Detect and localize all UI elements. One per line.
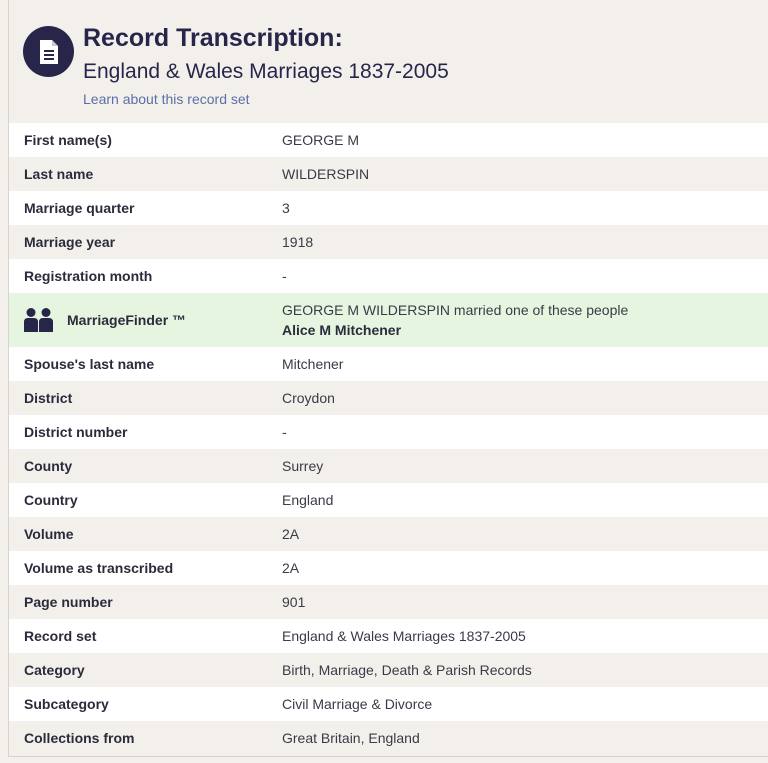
marriage-finder-description: GEORGE M WILDERSPIN married one of these… [282,302,629,318]
field-value: 1918 [282,234,314,250]
field-value: Birth, Marriage, Death & Parish Records [282,662,532,678]
field-label: County [24,458,73,474]
field-label: Registration month [24,268,153,284]
field-row-district-number: District number - [9,415,768,449]
field-row-record-set: Record set England & Wales Marriages 1837… [9,619,768,653]
field-label: Spouse's last name [24,356,155,372]
field-label: Marriage year [24,234,116,250]
field-row-registration-month: Registration month - [9,259,768,293]
field-label: Marriage quarter [24,200,135,216]
field-value: 2A [282,526,300,542]
field-label: District [24,390,73,406]
field-value: Civil Marriage & Divorce [282,696,433,712]
spouse-link[interactable]: Alice M Mitchener [282,322,401,338]
field-label: Record set [24,628,97,644]
field-label: Page number [24,594,113,610]
field-row-collections-from: Collections from Great Britain, England [9,721,768,755]
document-icon [23,26,74,77]
marriage-finder-row[interactable]: MarriageFinder ™ GEORGE M WILDERSPIN mar… [9,293,768,347]
field-value: GEORGE M [282,132,360,148]
learn-about-record-set-link[interactable]: Learn about this record set [83,91,250,107]
field-row-marriage-quarter: Marriage quarter 3 [9,191,768,225]
field-value: Mitchener [282,356,344,372]
field-value: England & Wales Marriages 1837-2005 [282,628,526,644]
field-label: Volume [24,526,74,542]
field-value: 901 [282,594,306,610]
field-row-volume-as-transcribed: Volume as transcribed 2A [9,551,768,585]
people-icon [24,307,54,333]
record-transcription-panel: Record Transcription: England & Wales Ma… [8,0,768,757]
field-value: England [282,492,334,508]
field-label: Volume as transcribed [24,560,174,576]
field-row-spouse-s-last-name: Spouse's last name Mitchener [9,347,768,381]
field-label: Country [24,492,78,508]
field-value: Great Britain, England [282,730,420,746]
record-fields-table: First name(s) GEORGE M Last name WILDERSPIN… [9,123,768,755]
field-value: WILDERSPIN [282,166,370,182]
field-row-county: County Surrey [9,449,768,483]
field-label: First name(s) [24,132,112,148]
field-value: - [282,424,287,440]
field-label: Collections from [24,730,135,746]
field-row-district: District Croydon [9,381,768,415]
record-header: Record Transcription: England & Wales Ma… [9,0,768,123]
marriage-finder-label: MarriageFinder ™ [67,312,187,328]
field-row-volume: Volume 2A [9,517,768,551]
field-label: District number [24,424,128,440]
field-label: Last name [24,166,94,182]
field-row-marriage-year: Marriage year 1918 [9,225,768,259]
field-row-category: Category Birth, Marriage, Death & Parish … [9,653,768,687]
field-value: Croydon [282,390,335,406]
page-title: Record Transcription: [83,24,343,52]
record-set-title: England & Wales Marriages 1837-2005 [83,60,449,83]
field-label: Category [24,662,85,678]
field-label: Subcategory [24,696,109,712]
field-row-country: Country England [9,483,768,517]
field-value: 3 [282,200,290,216]
field-row-page-number: Page number 901 [9,585,768,619]
field-value: 2A [282,560,300,576]
field-row-last-name: Last name WILDERSPIN [9,157,768,191]
field-value: - [282,268,287,284]
field-row-subcategory: Subcategory Civil Marriage & Divorce [9,687,768,721]
field-value: Surrey [282,458,324,474]
field-row-first-name-s: First name(s) GEORGE M [9,123,768,157]
